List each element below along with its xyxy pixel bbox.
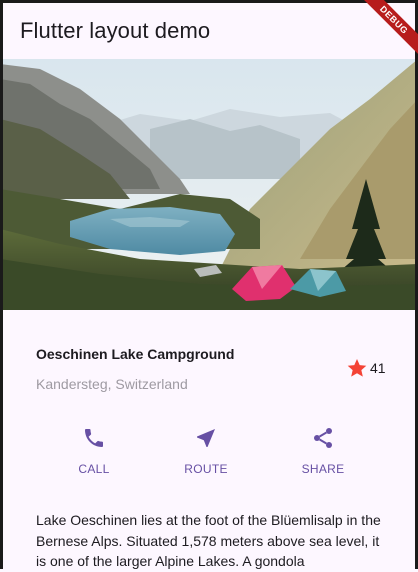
place-location: Kandersteg, Switzerland (36, 376, 188, 392)
rating: 41 (346, 357, 386, 379)
rating-count: 41 (370, 360, 386, 376)
button-section: CALL ROUTE SHARE (0, 420, 418, 490)
lake-photo (0, 59, 418, 310)
phone-icon (85, 429, 103, 447)
route-button[interactable]: ROUTE (166, 420, 246, 476)
call-label: CALL (78, 462, 110, 476)
description-text: Lake Oeschinen lies at the foot of the B… (36, 512, 381, 569)
share-icon (314, 428, 332, 448)
near-me-icon (197, 429, 215, 447)
debug-banner: DEBUG (348, 0, 418, 70)
route-label: ROUTE (184, 462, 228, 476)
share-label: SHARE (301, 462, 345, 476)
debug-banner-label: DEBUG (353, 0, 418, 61)
share-button[interactable]: SHARE (283, 420, 363, 476)
app-bar-title: Flutter layout demo (20, 18, 211, 43)
call-button[interactable]: CALL (54, 420, 134, 476)
place-name: Oeschinen Lake Campground (36, 346, 235, 362)
star-icon (347, 359, 367, 377)
title-section: Oeschinen Lake Campground Kandersteg, Sw… (0, 310, 418, 408)
